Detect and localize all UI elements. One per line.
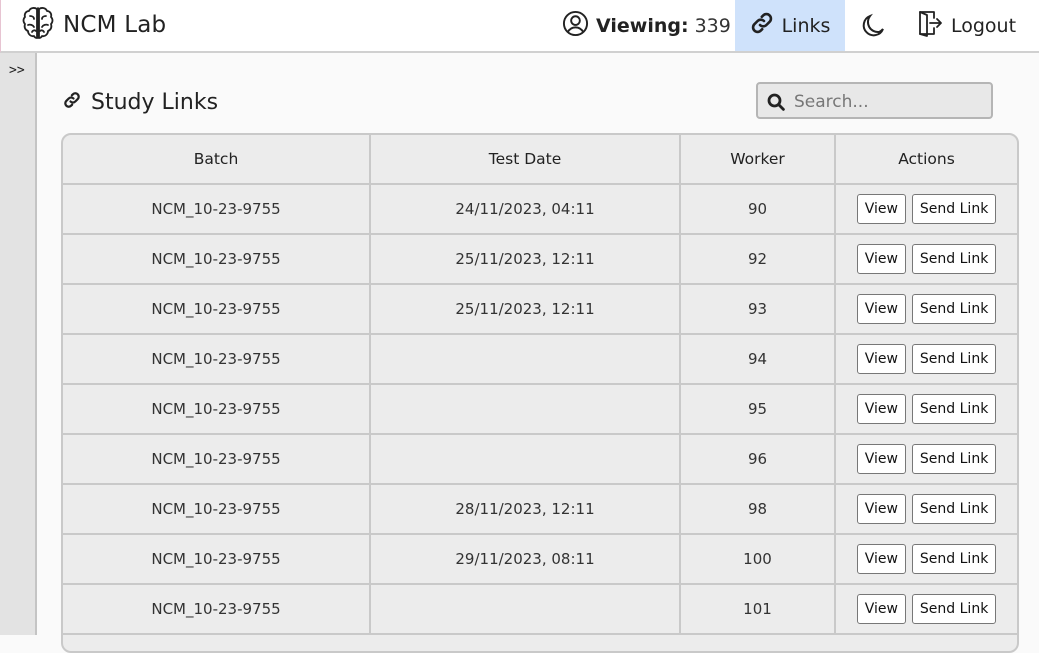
batch-cell: NCM_10-23-9755 (63, 383, 371, 435)
worker-cell: 92 (679, 233, 836, 285)
batch-cell: NCM_10-23-9755 (63, 433, 371, 485)
worker-cell: 95 (679, 383, 836, 435)
send-link-button[interactable]: Send Link (911, 244, 997, 274)
batch-cell: NCM_10-23-9755 (63, 533, 371, 585)
worker-cell: 101 (679, 583, 836, 635)
nav-links-button[interactable]: Links (735, 0, 845, 51)
view-button[interactable]: View (856, 244, 906, 274)
view-button[interactable]: View (856, 444, 906, 474)
send-link-button[interactable]: Send Link (911, 344, 997, 374)
send-link-button[interactable]: Send Link (911, 294, 997, 324)
brain-icon (21, 5, 55, 45)
batch-cell: NCM_10-23-9755 (63, 283, 371, 335)
batch-cell: NCM_10-23-9755 (63, 183, 371, 235)
test-date-cell (369, 383, 681, 435)
app-name: NCM Lab (63, 12, 167, 38)
test-date-cell: 24/11/2023, 04:11 (369, 183, 681, 235)
batch-cell: NCM_10-23-9755 (63, 233, 371, 285)
actions-cell: View Send Link (834, 283, 1017, 335)
view-button[interactable]: View (856, 594, 906, 624)
table-row: NCM_10-23-9755 95 View Send Link (63, 383, 1017, 435)
view-button[interactable]: View (856, 494, 906, 524)
view-button[interactable]: View (856, 394, 906, 424)
logout-button[interactable]: Logout (917, 0, 1016, 51)
header-test-date[interactable]: Test Date (369, 135, 681, 185)
page-title: Study Links (63, 86, 218, 118)
test-date-cell: 25/11/2023, 12:11 (369, 283, 681, 335)
table-row: NCM_10-23-9755 25/11/2023, 12:11 93 View… (63, 283, 1017, 335)
link-icon (750, 11, 782, 40)
table-row: NCM_10-23-9755 28/11/2023, 12:11 98 View… (63, 483, 1017, 535)
actions-cell: View Send Link (834, 183, 1017, 235)
worker-cell: 90 (679, 183, 836, 235)
header-batch[interactable]: Batch (63, 135, 371, 185)
actions-cell: View Send Link (834, 583, 1017, 635)
sidebar-toggle[interactable]: >> (9, 63, 25, 78)
send-link-button[interactable]: Send Link (911, 594, 997, 624)
view-button[interactable]: View (856, 544, 906, 574)
viewing-counter: Viewing: 339 (562, 0, 731, 51)
view-button[interactable]: View (856, 194, 906, 224)
worker-cell: 93 (679, 283, 836, 335)
test-date-cell: 25/11/2023, 12:11 (369, 233, 681, 285)
table-row: NCM_10-23-9755 96 View Send Link (63, 433, 1017, 485)
viewing-count: 339 (694, 14, 731, 37)
view-button[interactable]: View (856, 344, 906, 374)
page-title-text: Study Links (91, 89, 219, 115)
header-worker[interactable]: Worker (679, 135, 836, 185)
table-row: NCM_10-23-9755 24/11/2023, 04:11 90 View… (63, 183, 1017, 235)
actions-cell: View Send Link (834, 533, 1017, 585)
table-row: NCM_10-23-9755 29/11/2023, 08:11 100 Vie… (63, 533, 1017, 585)
worker-cell: 94 (679, 333, 836, 385)
table-row: NCM_10-23-9755 94 View Send Link (63, 333, 1017, 385)
link-icon (63, 90, 91, 115)
actions-cell: View Send Link (834, 383, 1017, 435)
brand[interactable]: NCM Lab (21, 6, 166, 44)
sidebar: >> (0, 53, 37, 635)
view-button[interactable]: View (856, 294, 906, 324)
test-date-cell (369, 333, 681, 385)
links-table: Batch Test Date Worker Actions NCM_10-23… (61, 133, 1019, 653)
moon-icon[interactable] (859, 12, 887, 40)
actions-cell: View Send Link (834, 483, 1017, 535)
send-link-button[interactable]: Send Link (911, 394, 997, 424)
send-link-button[interactable]: Send Link (911, 444, 997, 474)
logout-label: Logout (951, 14, 1017, 37)
test-date-cell (369, 583, 681, 635)
send-link-button[interactable]: Send Link (911, 544, 997, 574)
worker-cell: 98 (679, 483, 836, 535)
worker-cell: 100 (679, 533, 836, 585)
logout-icon (917, 9, 951, 42)
batch-cell: NCM_10-23-9755 (63, 333, 371, 385)
batch-cell: NCM_10-23-9755 (63, 583, 371, 635)
search-box (756, 82, 993, 119)
actions-cell: View Send Link (834, 333, 1017, 385)
send-link-button[interactable]: Send Link (911, 194, 997, 224)
batch-cell: NCM_10-23-9755 (63, 483, 371, 535)
viewing-label: Viewing: (596, 14, 689, 37)
test-date-cell (369, 433, 681, 485)
test-date-cell: 28/11/2023, 12:11 (369, 483, 681, 535)
top-nav-bar: NCM Lab Viewing: 339 Links Logout (0, 0, 1039, 53)
table-header-row: Batch Test Date Worker Actions (63, 135, 1017, 185)
header-actions: Actions (834, 135, 1017, 185)
user-circle-icon (562, 10, 596, 42)
worker-cell: 96 (679, 433, 836, 485)
test-date-cell: 29/11/2023, 08:11 (369, 533, 681, 585)
send-link-button[interactable]: Send Link (911, 494, 997, 524)
search-input[interactable] (792, 88, 986, 115)
nav-links-label: Links (781, 14, 831, 37)
actions-cell: View Send Link (834, 433, 1017, 485)
actions-cell: View Send Link (834, 233, 1017, 285)
table-row: NCM_10-23-9755 25/11/2023, 12:11 92 View… (63, 233, 1017, 285)
table-row: NCM_10-23-9755 101 View Send Link (63, 583, 1017, 635)
